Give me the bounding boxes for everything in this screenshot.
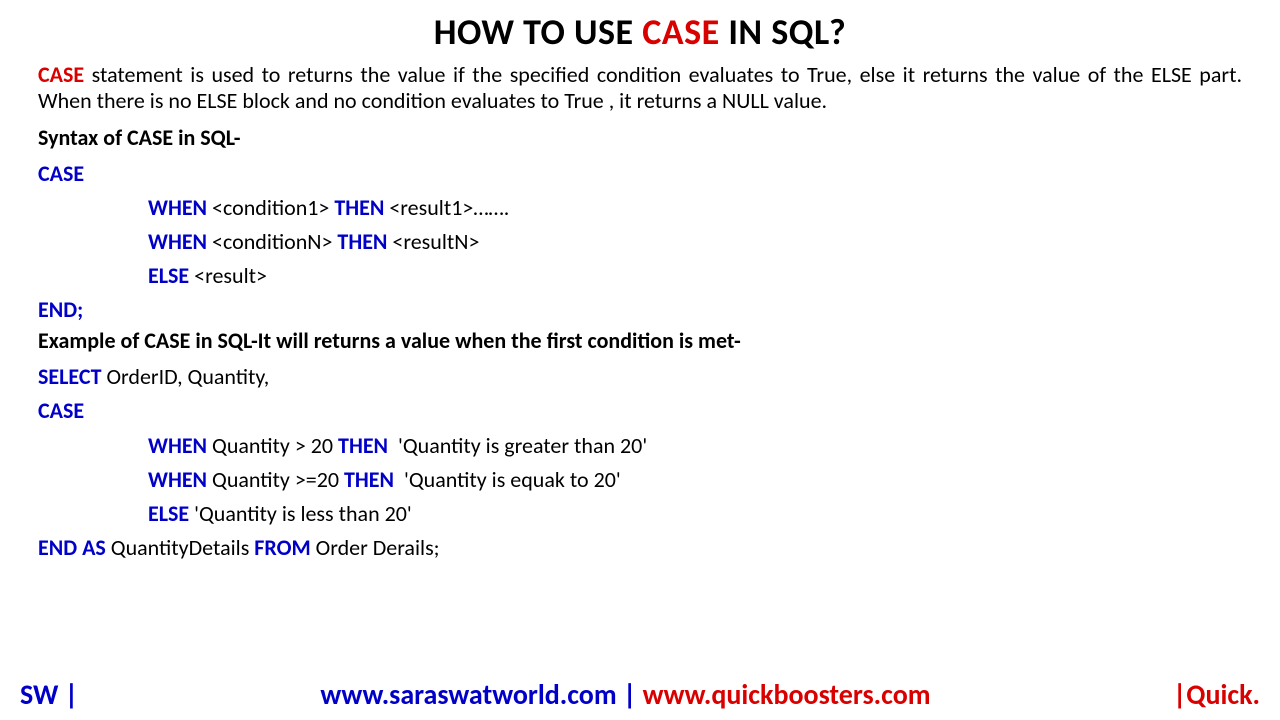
syntax-whenN: WHEN <conditionN> THEN <resultN> <box>38 225 1242 259</box>
syntax-end: END; <box>38 293 1242 327</box>
syntax-when1: WHEN <condition1> THEN <result1>……. <box>38 191 1242 225</box>
example-else: ELSE 'Quantity is less than 20' <box>38 497 1242 531</box>
example-label: Example of CASE in SQL-It will returns a… <box>38 327 1242 354</box>
syntax-case: CASE <box>38 157 1242 191</box>
footer-center: www.saraswatworld.com | www.quickbooster… <box>78 677 1173 712</box>
syntax-else: ELSE <result> <box>38 259 1242 293</box>
example-select: SELECT OrderID, Quantity, <box>38 360 1242 394</box>
footer-sep: | <box>617 677 643 712</box>
example-when2: WHEN Quantity >=20 THEN 'Quantity is equ… <box>38 463 1242 497</box>
intro-rest: statement is used to returns the value i… <box>38 61 1242 114</box>
example-end: END AS QuantityDetails FROM Order Derail… <box>38 531 1242 565</box>
title-highlight: CASE <box>642 10 719 54</box>
footer-left: SW | <box>20 677 78 712</box>
example-when1: WHEN Quantity > 20 THEN 'Quantity is gre… <box>38 429 1242 463</box>
title-pre: HOW TO USE <box>434 10 642 54</box>
intro-lead: CASE <box>38 61 84 88</box>
footer: SW | www.saraswatworld.com | www.quickbo… <box>0 677 1280 712</box>
footer-url-2: www.quickboosters.com <box>643 677 931 712</box>
title-post: IN SQL? <box>720 10 847 54</box>
footer-url-1: www.saraswatworld.com <box>320 677 616 712</box>
page-title: HOW TO USE CASE IN SQL? <box>38 10 1242 54</box>
syntax-label: Syntax of CASE in SQL- <box>38 124 1242 151</box>
intro-paragraph: CASE statement is used to returns the va… <box>38 62 1242 114</box>
footer-right: |Quick. <box>1173 677 1260 712</box>
example-case: CASE <box>38 394 1242 428</box>
